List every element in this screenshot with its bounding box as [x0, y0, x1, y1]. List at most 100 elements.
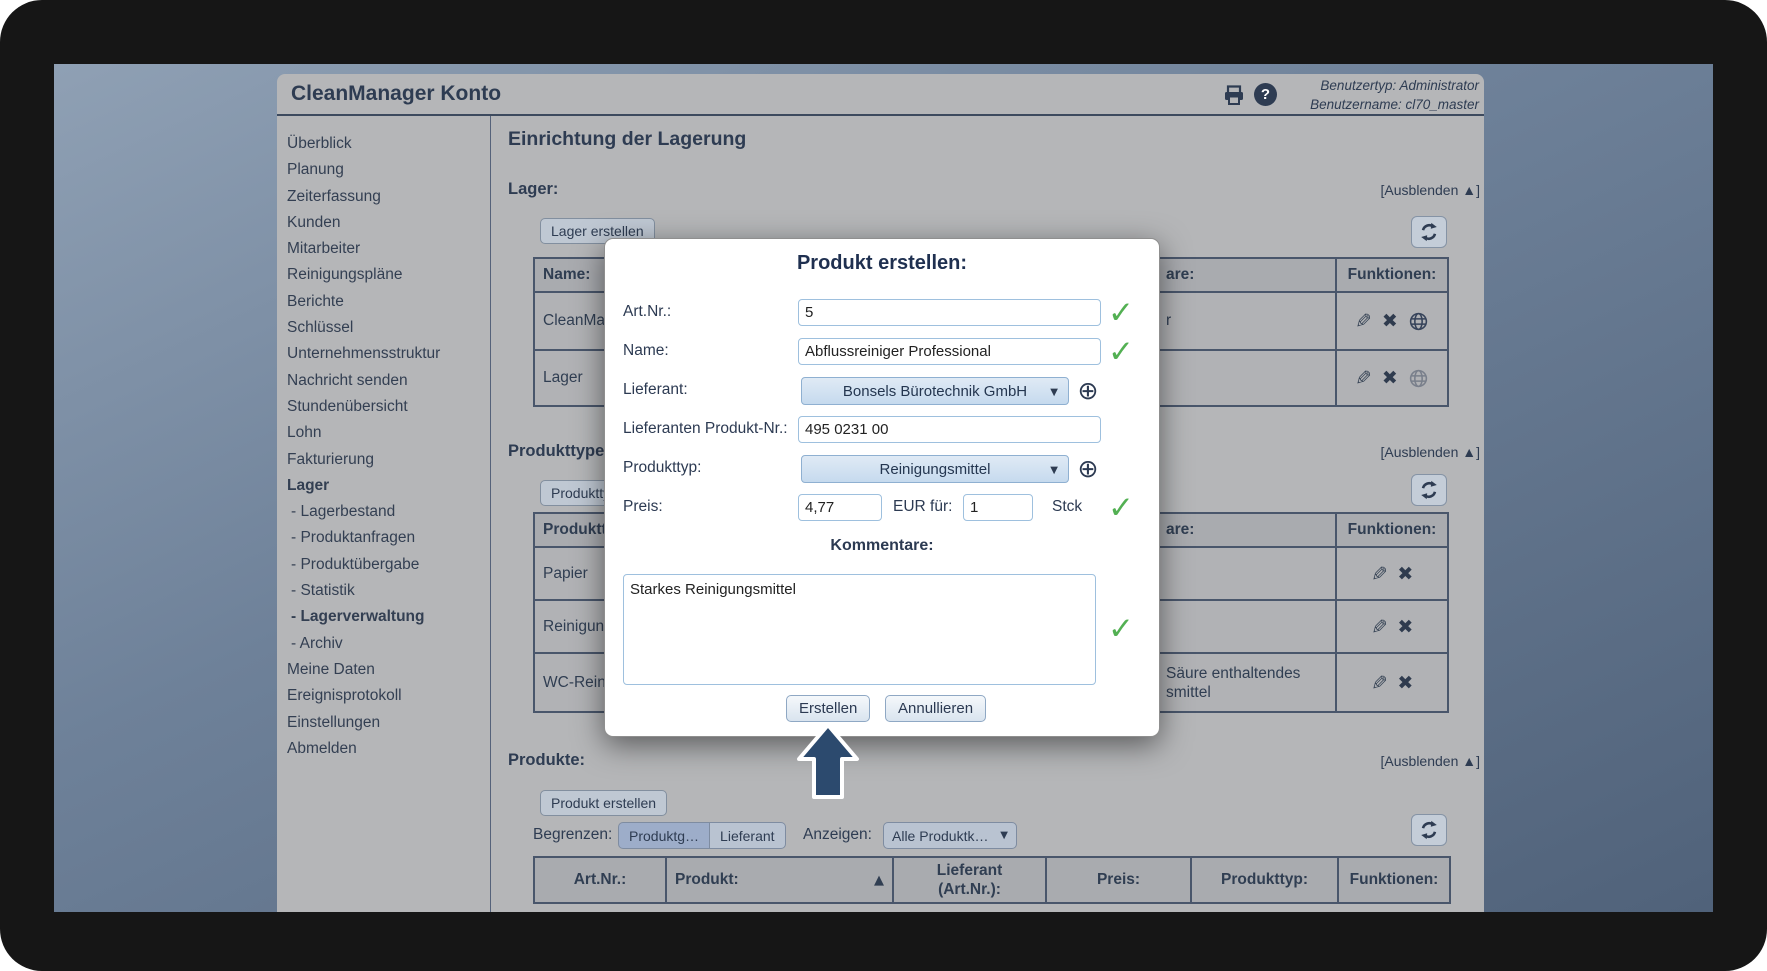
user-name: Benutzername: cl70_master: [1310, 95, 1479, 114]
page-title: Einrichtung der Lagerung: [508, 128, 746, 151]
edit-icon[interactable]: ✎: [1371, 671, 1388, 695]
produkttyp-dropdown[interactable]: Reinigungsmittel ▼: [801, 455, 1069, 483]
produkttyp-row-papier-comment: [1158, 548, 1335, 599]
sidebar-item-lohn[interactable]: Lohn: [287, 420, 490, 446]
valid-check-icon: ✓: [1104, 336, 1138, 368]
anzeigen-label: Anzeigen:: [803, 826, 872, 844]
produkte-col-produkt[interactable]: Produkt: ▲: [667, 858, 892, 902]
chevron-down-icon: ▼: [1050, 465, 1058, 476]
name-label: Name:: [623, 342, 669, 360]
globe-icon-disabled[interactable]: [1408, 368, 1429, 389]
globe-icon[interactable]: [1408, 311, 1429, 332]
chevron-down-icon: ▼: [1000, 830, 1008, 841]
produkttyp-dropdown-value: Reinigungsmittel: [880, 461, 991, 478]
produkttypen-hide-link[interactable]: [Ausblenden ▲]: [1381, 444, 1480, 460]
produkttyp-row-reinigungsmittel-functions: ✎ ✖: [1337, 601, 1447, 652]
produkttyp-row-papier-functions: ✎ ✖: [1337, 548, 1447, 599]
lager-hide-link[interactable]: [Ausblenden ▲]: [1381, 182, 1480, 198]
produktkategorie-dropdown[interactable]: Alle Produktk… ▼: [883, 822, 1017, 849]
delete-icon[interactable]: ✖: [1397, 616, 1413, 638]
produkttyp-row-reinigungsmittel-comment: [1158, 601, 1335, 652]
name-field[interactable]: [798, 338, 1101, 365]
sidebar-item-reinigungsplaene[interactable]: Reinigungspläne: [287, 262, 490, 288]
sidebar-item-meine-daten[interactable]: Meine Daten: [287, 657, 490, 683]
sidebar-item-mitarbeiter[interactable]: Mitarbeiter: [287, 236, 490, 262]
sidebar-item-ereignisprotokoll[interactable]: Ereignisprotokoll: [287, 683, 490, 709]
eur-fuer-label: EUR für:: [893, 498, 952, 516]
screenshot-frame: CleanManager Konto ? Benutzertyp: Admini…: [0, 0, 1767, 971]
print-icon[interactable]: [1222, 83, 1246, 107]
add-lieferant-icon[interactable]: ⊕: [1073, 377, 1103, 405]
sidebar-nav: Überblick Planung Zeiterfassung Kunden M…: [277, 116, 491, 912]
kommentare-field[interactable]: Starkes Reinigungsmittel: [623, 574, 1096, 685]
stck-label: Stck: [1052, 498, 1082, 516]
sidebar-item-statistik[interactable]: - Statistik: [287, 578, 490, 604]
lieferant-dropdown-value: Bonsels Bürotechnik GmbH: [843, 383, 1027, 400]
lieferant-dropdown[interactable]: Bonsels Bürotechnik GmbH ▼: [801, 377, 1069, 405]
produkttypen-col-kommentare: are:: [1158, 514, 1335, 546]
add-produkttyp-icon[interactable]: ⊕: [1073, 455, 1103, 483]
page-header: CleanManager Konto ? Benutzertyp: Admini…: [277, 74, 1484, 116]
sidebar-item-abmelden[interactable]: Abmelden: [287, 736, 490, 762]
lager-refresh-button[interactable]: [1411, 216, 1447, 248]
valid-check-icon: ✓: [1104, 613, 1138, 645]
delete-icon[interactable]: ✖: [1397, 672, 1413, 694]
sidebar-item-zeiterfassung[interactable]: Zeiterfassung: [287, 184, 490, 210]
edit-icon[interactable]: ✎: [1371, 562, 1388, 586]
sidebar-item-nachricht-senden[interactable]: Nachricht senden: [287, 368, 490, 394]
lager-row2-comment: [1158, 351, 1335, 405]
help-icon[interactable]: ?: [1254, 83, 1277, 106]
dialog-title: Produkt erstellen:: [605, 252, 1159, 275]
sidebar-item-fakturierung[interactable]: Fakturierung: [287, 447, 490, 473]
edit-icon[interactable]: ✎: [1355, 366, 1372, 390]
filter-produktgruppe-button[interactable]: Produktg…: [618, 822, 710, 849]
preis-field[interactable]: [798, 494, 882, 521]
artnr-label: Art.Nr.:: [623, 303, 671, 321]
artnr-field[interactable]: [798, 299, 1101, 326]
valid-check-icon: ✓: [1104, 297, 1138, 329]
produkt-erstellen-button[interactable]: Produkt erstellen: [540, 790, 667, 816]
sidebar-item-lager[interactable]: Lager: [287, 473, 490, 499]
preis-label: Preis:: [623, 498, 663, 516]
sidebar-item-stundenuebersicht[interactable]: Stundenübersicht: [287, 394, 490, 420]
sidebar-item-einstellungen[interactable]: Einstellungen: [287, 710, 490, 736]
annullieren-button[interactable]: Annullieren: [885, 695, 986, 722]
erstellen-button[interactable]: Erstellen: [786, 695, 870, 722]
sidebar-item-produktanfragen[interactable]: - Produktanfragen: [287, 525, 490, 551]
lager-row1-functions: ✎ ✖: [1337, 293, 1447, 349]
wc-comment-line2: smittel: [1166, 683, 1300, 702]
sidebar-item-planung[interactable]: Planung: [287, 157, 490, 183]
sidebar-item-produktuebergabe[interactable]: - Produktübergabe: [287, 552, 490, 578]
sidebar-item-lagerbestand[interactable]: - Lagerbestand: [287, 499, 490, 525]
wc-comment-line1: Säure enthaltendes: [1166, 664, 1300, 683]
menge-field[interactable]: [963, 494, 1033, 521]
produkttypen-col-funktionen: Funktionen:: [1337, 514, 1447, 546]
produkte-table: Art.Nr.: Produkt: ▲ Lieferant (Art.Nr.):…: [533, 856, 1451, 904]
produkttyp-label: Produkttyp:: [623, 459, 701, 477]
begrenzen-toggle-group: Produktg… Lieferant: [618, 822, 786, 849]
produkte-refresh-button[interactable]: [1411, 814, 1447, 846]
user-info: Benutzertyp: Administrator Benutzername:…: [1310, 76, 1479, 114]
produkte-hide-link[interactable]: [Ausblenden ▲]: [1381, 753, 1480, 769]
delete-icon[interactable]: ✖: [1382, 310, 1398, 332]
sidebar-item-lagerverwaltung[interactable]: - Lagerverwaltung: [287, 604, 490, 630]
produkttypen-refresh-button[interactable]: [1411, 474, 1447, 506]
sidebar-item-schluessel[interactable]: Schlüssel: [287, 315, 490, 341]
valid-check-icon: ✓: [1104, 492, 1138, 524]
delete-icon[interactable]: ✖: [1382, 367, 1398, 389]
sidebar-item-kunden[interactable]: Kunden: [287, 210, 490, 236]
sidebar-item-unternehmensstruktur[interactable]: Unternehmensstruktur: [287, 341, 490, 367]
produkte-col-preis: Preis:: [1047, 858, 1190, 902]
sidebar-item-ueberblick[interactable]: Überblick: [287, 131, 490, 157]
produkte-col-lieferant: Lieferant (Art.Nr.):: [894, 858, 1045, 902]
lager-col-kommentare: are:: [1158, 259, 1335, 291]
edit-icon[interactable]: ✎: [1371, 615, 1388, 639]
lieferanten-nr-label: Lieferanten Produkt-Nr.:: [623, 420, 788, 438]
sidebar-item-archiv[interactable]: - Archiv: [287, 631, 490, 657]
delete-icon[interactable]: ✖: [1397, 563, 1413, 585]
sidebar-item-berichte[interactable]: Berichte: [287, 289, 490, 315]
lieferanten-nr-field[interactable]: [798, 416, 1101, 443]
filter-lieferant-button[interactable]: Lieferant: [710, 822, 785, 849]
edit-icon[interactable]: ✎: [1355, 309, 1372, 333]
pointer-arrow-cursor: [791, 720, 865, 802]
